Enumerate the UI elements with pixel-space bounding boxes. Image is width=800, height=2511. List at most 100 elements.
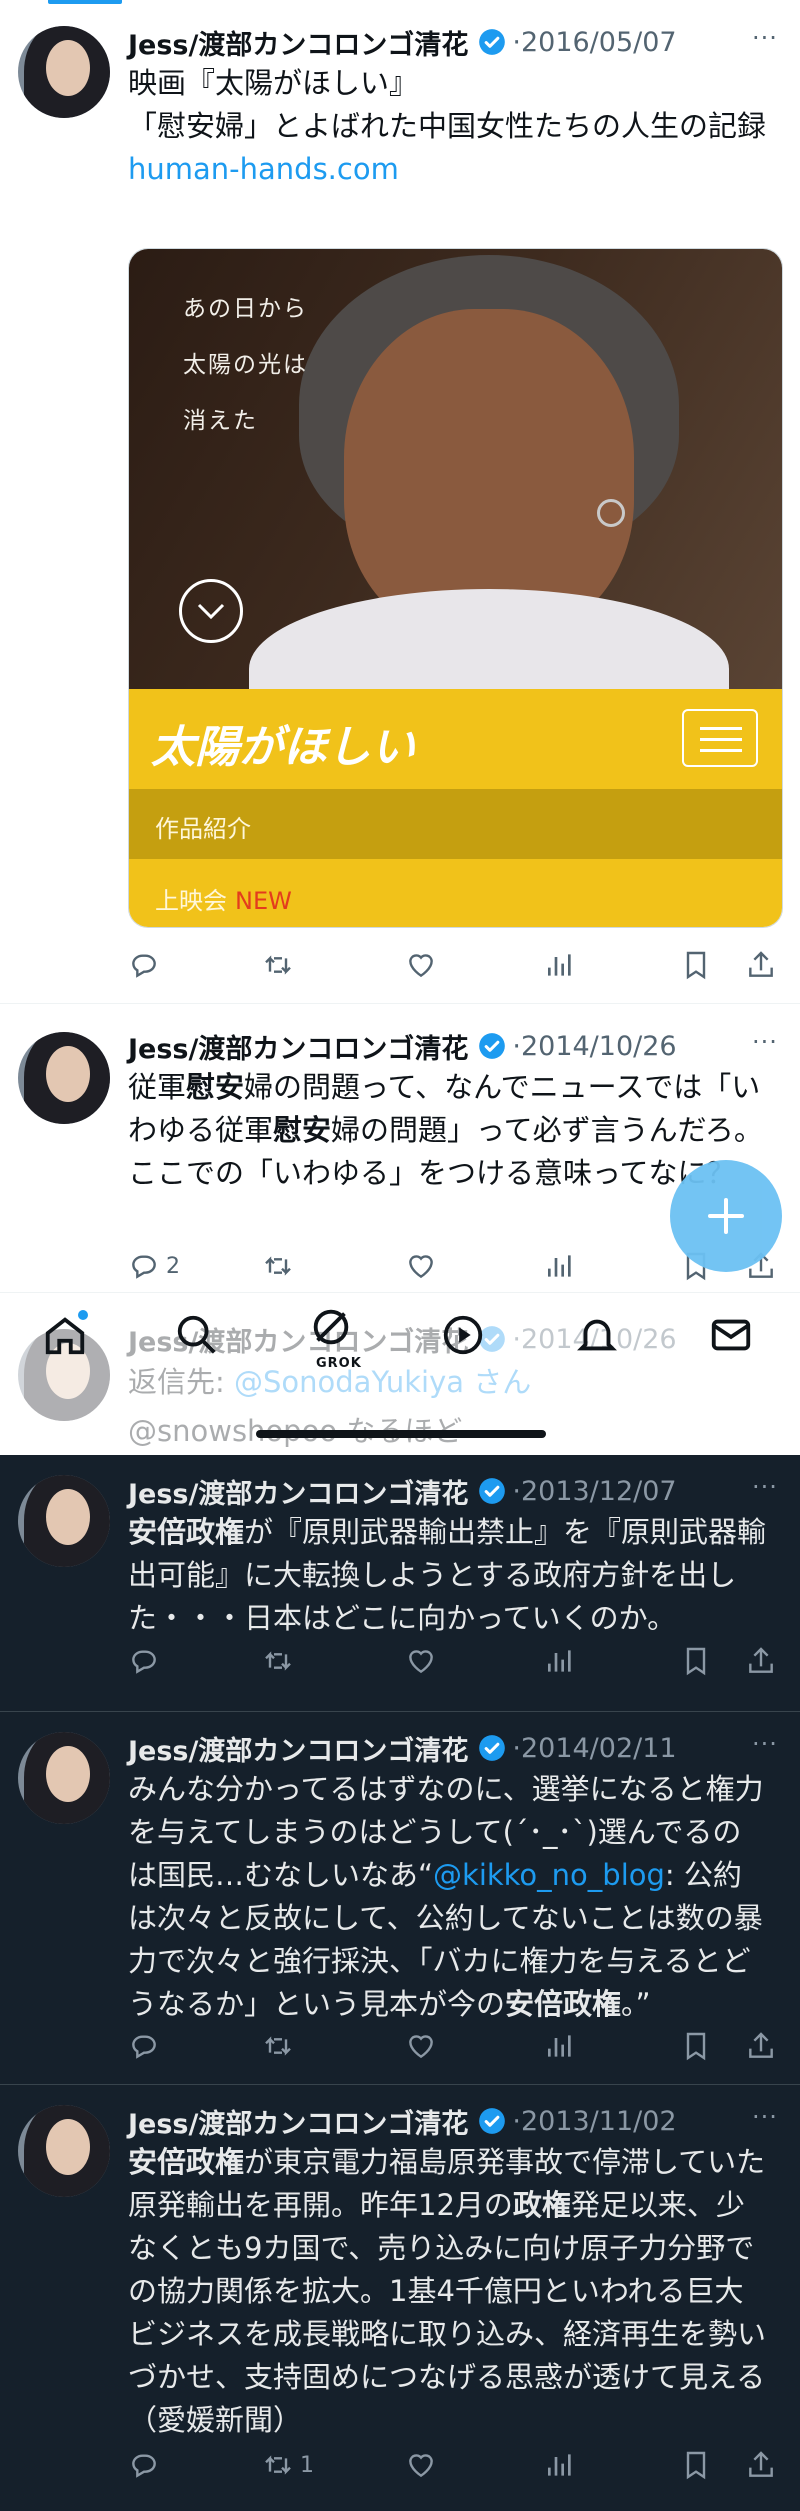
mention-link[interactable]: @kikko_no_blog bbox=[433, 1858, 665, 1892]
like-button[interactable] bbox=[405, 945, 443, 985]
retweet-icon bbox=[265, 1256, 291, 1276]
views-button[interactable] bbox=[544, 945, 576, 985]
dark-timeline: Jess/渡部カンコロンゴ清花 · 2013/12/07 ··· 安倍政権が『原… bbox=[0, 1455, 800, 2511]
site-menu-item[interactable]: 作品紹介 bbox=[129, 789, 782, 859]
like-button[interactable] bbox=[405, 1641, 437, 1681]
search-icon[interactable] bbox=[174, 1312, 220, 1358]
separator-dot: · bbox=[512, 1732, 521, 1764]
tweet-card[interactable]: Jess/渡部カンコロンゴ清花 · 2016/05/07 ··· 映画『太陽がほ… bbox=[0, 0, 800, 990]
retweet-icon bbox=[265, 2455, 291, 2475]
views-button[interactable] bbox=[544, 1246, 576, 1286]
analytics-icon bbox=[548, 1650, 571, 1672]
tweet-text: みんな分かってるはずなのに、選挙になると権力を与えてしまうのはどうして(´･_･… bbox=[128, 1772, 764, 2021]
communities-icon[interactable] bbox=[440, 1312, 486, 1358]
more-options-icon[interactable]: ··· bbox=[748, 1473, 782, 1507]
reply-icon bbox=[132, 2035, 156, 2059]
keyword: 政権 bbox=[512, 2188, 571, 2222]
like-button[interactable] bbox=[405, 2026, 437, 2066]
retweet-button[interactable]: 1 bbox=[262, 2445, 314, 2485]
scroll-down-icon[interactable] bbox=[179, 579, 243, 643]
retweet-count: 1 bbox=[300, 2452, 314, 2478]
tweet-card[interactable]: Jess/渡部カンコロンゴ清花 · 2013/11/02 ··· 安倍政権が東京… bbox=[0, 2085, 800, 2505]
author-name[interactable]: Jess/渡部カンコロンゴ清花 bbox=[128, 1729, 468, 1768]
avatar[interactable] bbox=[18, 2105, 110, 2197]
reply-button[interactable] bbox=[128, 1641, 160, 1681]
keyword: 慰安 bbox=[273, 1113, 332, 1147]
tweet-date[interactable]: 2013/12/07 bbox=[521, 1476, 677, 1507]
bookmark-icon bbox=[686, 1647, 706, 1676]
tweet-card[interactable]: Jess/渡部カンコロンゴ清花 · 2013/12/07 ··· 安倍政権が『原… bbox=[0, 1455, 800, 1705]
avatar[interactable] bbox=[18, 1732, 110, 1824]
bookmark-button[interactable] bbox=[680, 1641, 712, 1681]
bookmark-button[interactable] bbox=[680, 2445, 712, 2485]
heart-icon bbox=[409, 2035, 433, 2059]
tweet-actions: 1 bbox=[128, 2445, 783, 2485]
retweet-button[interactable] bbox=[262, 2026, 294, 2066]
analytics-icon bbox=[548, 2035, 571, 2057]
avatar[interactable] bbox=[18, 1032, 110, 1124]
verified-badge-icon bbox=[479, 29, 506, 55]
share-button[interactable] bbox=[745, 2445, 777, 2485]
reply-icon bbox=[132, 1650, 156, 1674]
author-name[interactable]: Jess/渡部カンコロンゴ清花 bbox=[128, 23, 468, 62]
share-button[interactable] bbox=[745, 945, 777, 985]
author-name[interactable]: Jess/渡部カンコロンゴ清花 bbox=[128, 1027, 468, 1066]
messages-icon[interactable] bbox=[708, 1312, 754, 1358]
verified-badge-icon bbox=[479, 1478, 506, 1504]
views-button[interactable] bbox=[544, 2026, 576, 2066]
author-name[interactable]: Jess/渡部カンコロンゴ清花 bbox=[128, 1472, 468, 1511]
reply-button[interactable] bbox=[128, 2026, 160, 2066]
reply-button[interactable] bbox=[128, 2445, 160, 2485]
share-button[interactable] bbox=[745, 2026, 777, 2066]
share-button[interactable] bbox=[745, 1641, 777, 1681]
like-button[interactable] bbox=[405, 2445, 437, 2485]
separator-dot: · bbox=[512, 1475, 521, 1507]
tweet-date[interactable]: 2016/05/07 bbox=[521, 27, 677, 58]
keyword: 慰安 bbox=[186, 1070, 245, 1104]
views-button[interactable] bbox=[544, 1641, 576, 1681]
like-button[interactable] bbox=[405, 1246, 437, 1286]
reply-icon bbox=[132, 2454, 156, 2478]
bookmark-button[interactable] bbox=[680, 2026, 712, 2066]
poster-caption: 消えた bbox=[183, 408, 258, 434]
avatar[interactable] bbox=[18, 26, 110, 118]
more-options-icon[interactable]: ··· bbox=[748, 1028, 782, 1062]
reply-button[interactable]: 2 bbox=[128, 1246, 180, 1286]
more-options-icon[interactable]: ··· bbox=[748, 2103, 782, 2137]
notifications-icon[interactable] bbox=[574, 1312, 620, 1358]
menu-label: 上映会 bbox=[155, 887, 227, 915]
bookmark-button[interactable] bbox=[680, 945, 712, 985]
site-menu-item[interactable]: 上映会 NEW bbox=[129, 859, 782, 927]
author-name[interactable]: Jess/渡部カンコロンゴ清花 bbox=[128, 2102, 468, 2141]
tweet-text: 安倍政権が東京電力福島原発事故で停滞していた原発輸出を再開。昨年12月の政権発足… bbox=[128, 2145, 767, 2437]
tweet-date[interactable]: 2014/02/11 bbox=[521, 1733, 677, 1764]
retweet-button[interactable] bbox=[262, 1246, 294, 1286]
analytics-icon bbox=[548, 2454, 571, 2476]
more-options-icon[interactable]: ··· bbox=[748, 24, 782, 58]
avatar[interactable] bbox=[18, 1475, 110, 1567]
hamburger-menu-icon[interactable] bbox=[682, 709, 758, 767]
link-preview-card[interactable]: あの日から 太陽の光は 消えた 太陽がほしい 作品紹介 上映会 NEW bbox=[128, 248, 783, 928]
share-icon bbox=[749, 1647, 773, 1673]
grok-icon[interactable] bbox=[308, 1304, 354, 1350]
retweet-button[interactable] bbox=[262, 945, 300, 985]
compose-button[interactable] bbox=[670, 1160, 782, 1272]
retweet-button[interactable] bbox=[262, 1641, 294, 1681]
analytics-icon bbox=[548, 954, 571, 976]
poster-caption: 太陽の光は bbox=[183, 352, 308, 378]
more-options-icon[interactable]: ··· bbox=[748, 1730, 782, 1764]
views-button[interactable] bbox=[544, 2445, 576, 2485]
tweet-date[interactable]: 2013/11/02 bbox=[521, 2106, 677, 2137]
heart-icon bbox=[409, 954, 433, 978]
new-badge: NEW bbox=[235, 887, 292, 915]
plus-icon bbox=[708, 1198, 744, 1234]
reply-button[interactable] bbox=[128, 945, 166, 985]
tweet-text: 映画『太陽がほしい』 「慰安婦」とよばれた中国女性たちの人生の記録 human-… bbox=[128, 62, 768, 191]
tweet-link[interactable]: human-hands.com bbox=[128, 148, 768, 191]
tweet-date[interactable]: 2014/10/26 bbox=[521, 1031, 677, 1062]
reply-count: 2 bbox=[166, 1253, 180, 1279]
tweet-card[interactable]: Jess/渡部カンコロンゴ清花 · 2014/10/26 ··· 従軍慰安婦の問… bbox=[0, 1004, 800, 1304]
tweet-card[interactable]: Jess/渡部カンコロンゴ清花 · 2014/02/11 ··· みんな分かって… bbox=[0, 1712, 800, 2082]
keyword: 安倍政権 bbox=[505, 1987, 622, 2021]
home-indicator[interactable] bbox=[256, 1430, 546, 1438]
